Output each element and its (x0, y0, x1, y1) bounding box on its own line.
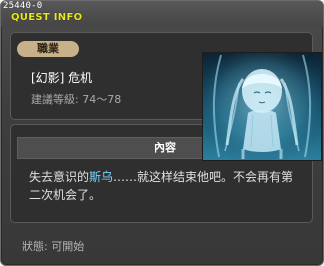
ghost-girl-portrait-icon (203, 53, 321, 160)
quest-description: 失去意识的斯乌……就这样结束他吧。不会再有第二次机会了。 (29, 168, 301, 204)
job-badge: 職業 (17, 41, 79, 57)
npc-name-link[interactable]: 斯乌 (89, 170, 113, 184)
window-title: QUEST INFO (11, 12, 83, 23)
quest-status: 狀態: 可開始 (22, 240, 85, 253)
npc-portrait (202, 52, 322, 161)
quest-name: [幻影] 危机 (31, 71, 93, 85)
recommended-level: 建議等級: 74～78 (31, 93, 122, 106)
quest-id-label: 25440-0 (3, 1, 43, 11)
description-text-before: 失去意识的 (29, 170, 90, 184)
